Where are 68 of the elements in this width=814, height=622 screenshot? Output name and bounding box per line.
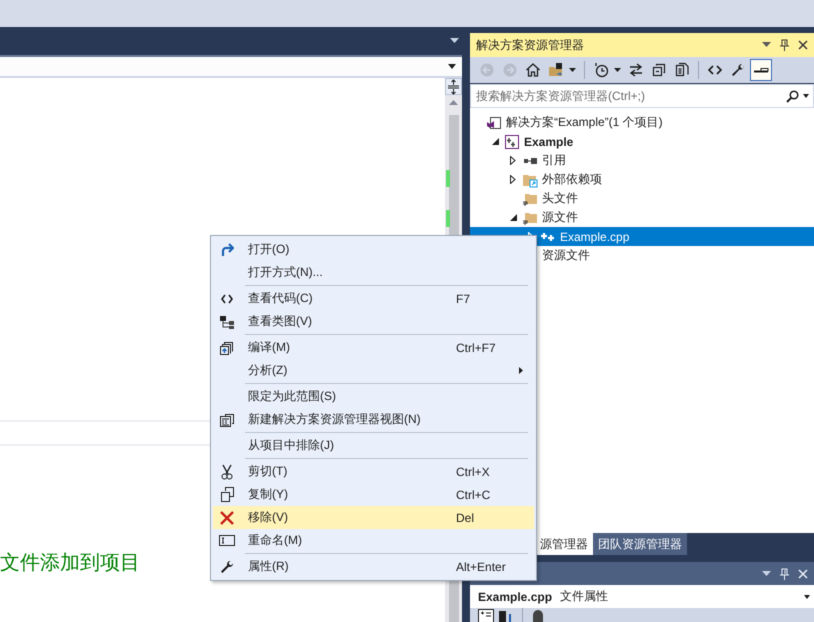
- change-marker: [446, 210, 450, 227]
- class-diagram-icon: [220, 314, 234, 328]
- menu-item[interactable]: 重命名(M): [213, 529, 534, 552]
- tree-item[interactable]: Example: [470, 132, 814, 151]
- dropdown-icon[interactable]: [762, 42, 771, 48]
- menu-item[interactable]: 查看类图(V): [213, 310, 534, 333]
- caret-icon: [448, 64, 456, 69]
- caret-icon[interactable]: [804, 594, 810, 598]
- window-list-icon: [220, 412, 234, 426]
- property-pages-icon[interactable]: [531, 608, 545, 622]
- expanded-icon[interactable]: [510, 214, 516, 221]
- tree-item[interactable]: 外部依赖项: [470, 170, 814, 189]
- clock-icon: [593, 62, 609, 78]
- menu-item[interactable]: 新建解决方案资源管理器视图(N): [213, 408, 534, 431]
- alphabetical-icon[interactable]: [498, 608, 514, 622]
- tree-item[interactable]: 解决方案“Example”(1 个项目): [470, 113, 814, 132]
- editor-text: 文件添加到项目: [0, 551, 140, 576]
- home-icon: [525, 62, 541, 78]
- wrench-icon: [730, 62, 746, 78]
- code-icon: [221, 294, 233, 304]
- caret-icon[interactable]: [569, 68, 576, 72]
- menu-item[interactable]: 查看代码(C) F7: [213, 287, 534, 310]
- caret-icon[interactable]: [803, 94, 809, 98]
- menu-item[interactable]: 打开方式(N)...: [213, 261, 534, 284]
- collapsed-icon[interactable]: [510, 156, 516, 165]
- menu-item[interactable]: 限定为此范围(S): [213, 385, 534, 408]
- menu-item[interactable]: 复制(Y) Ctrl+C: [213, 483, 534, 506]
- rename-icon: [219, 535, 235, 546]
- collapsed-icon[interactable]: [510, 175, 516, 184]
- caret-icon[interactable]: [614, 68, 621, 72]
- folder-icon: [548, 62, 564, 78]
- menu-item[interactable]: 移除(V) Del: [213, 506, 534, 529]
- scissors-icon: [221, 464, 233, 480]
- tree-item[interactable]: 源文件: [470, 208, 814, 227]
- stacked-pages-icon: [220, 340, 234, 354]
- search-icon[interactable]: [786, 90, 799, 102]
- menu-item[interactable]: 编译(M) Ctrl+F7: [213, 336, 534, 359]
- categorized-icon[interactable]: [478, 608, 494, 622]
- preview-button[interactable]: [750, 59, 772, 81]
- search-field[interactable]: 搜索解决方案资源管理器(Ctrl+;): [476, 89, 782, 103]
- close-icon[interactable]: [798, 40, 808, 50]
- cross-icon: [220, 510, 234, 524]
- dropdown-icon[interactable]: [450, 38, 459, 44]
- change-marker: [446, 170, 450, 187]
- expanded-icon[interactable]: [492, 138, 498, 145]
- panel-title: 解决方案资源管理器: [476, 36, 585, 54]
- menu-item[interactable]: 剪切(T) Ctrl+X: [213, 460, 534, 483]
- redo-arrow-icon: [220, 242, 234, 256]
- copy-icon: [220, 487, 234, 502]
- wrench-icon: [220, 560, 234, 574]
- panel-tab[interactable]: 源管理器: [535, 533, 593, 555]
- menu-item[interactable]: 属性(R) Alt+Enter: [213, 555, 534, 578]
- project-icon: [504, 134, 520, 150]
- tree-item[interactable]: 引用: [470, 151, 814, 170]
- preview-icon: [753, 67, 769, 73]
- solution-icon: [486, 114, 502, 130]
- collapse-icon: [651, 62, 667, 78]
- split-icon[interactable]: [445, 78, 462, 95]
- pin-icon[interactable]: [780, 39, 789, 51]
- search-box[interactable]: 搜索解决方案资源管理器(Ctrl+;): [470, 84, 814, 108]
- navigation-dropdown[interactable]: [0, 55, 462, 78]
- menu-item[interactable]: 分析(Z): [213, 359, 534, 382]
- menu-item[interactable]: 从项目中排除(J): [213, 434, 534, 457]
- pages-icon: [674, 62, 690, 78]
- panel-tab[interactable]: 团队资源管理器: [593, 533, 687, 555]
- tree-item[interactable]: 头文件: [470, 189, 814, 208]
- dropdown-icon[interactable]: [762, 570, 771, 576]
- swap-arrows-icon: [628, 62, 644, 78]
